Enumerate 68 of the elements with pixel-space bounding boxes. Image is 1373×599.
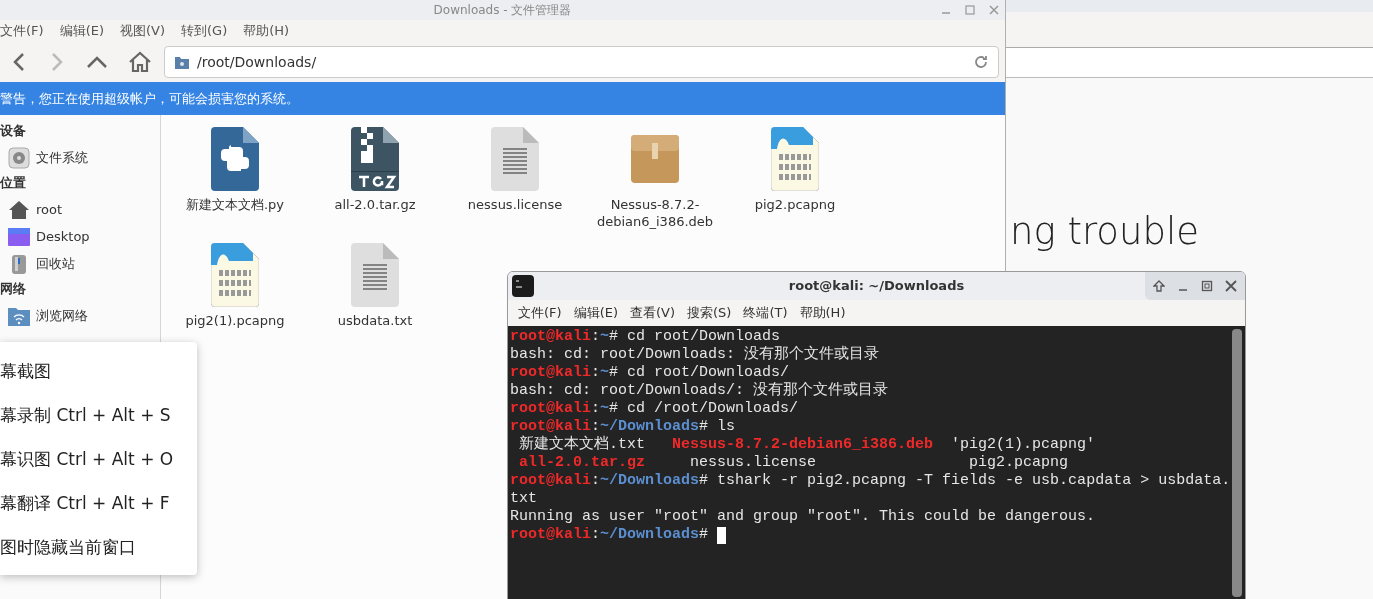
home-icon — [8, 198, 30, 221]
menu-item[interactable]: 图时隐藏当前窗口 — [0, 531, 197, 562]
scrollbar[interactable] — [1232, 329, 1242, 597]
drive-icon — [8, 146, 30, 169]
sidebar-item[interactable]: Desktop — [0, 223, 160, 250]
terminal-line: root@kali:~# cd root/Downloads/ — [510, 364, 790, 382]
file-name[interactable]: 新建文本文档.py — [167, 196, 303, 213]
text-document-icon[interactable] — [491, 127, 539, 191]
menu-item[interactable]: 编辑(E) — [59, 21, 104, 41]
desktop-folder-icon — [8, 225, 30, 248]
sidebar-heading: 设备 — [0, 123, 27, 140]
binary-document-icon[interactable] — [771, 127, 819, 191]
sidebar-item[interactable]: root — [0, 196, 160, 223]
file-name[interactable]: usbdata.txt — [307, 312, 443, 329]
file-name[interactable]: nessus.license — [447, 196, 583, 213]
terminal-line: bash: cd: root/Downloads: 没有那个文件或目录 — [510, 346, 880, 364]
code-document-icon[interactable] — [211, 127, 259, 191]
menu-item[interactable]: 搜索(S) — [687, 303, 732, 323]
terminal-line: 新建文本文档.txt Nessus-8.7.2-debian6_i386.deb 'pig2(1).pcapng' — [518, 436, 1096, 454]
terminal-line: root@kali:~/Downloads# ls — [510, 418, 736, 435]
menu-item[interactable]: 帮助(H) — [243, 21, 290, 41]
up-arrow-icon[interactable] — [1153, 280, 1165, 292]
maximize-icon[interactable] — [1201, 280, 1213, 292]
page-heading: ng trouble — [1010, 210, 1199, 253]
archive-icon[interactable] — [351, 127, 399, 191]
close-icon[interactable] — [989, 5, 999, 15]
terminal-line: root@kali:~/Downloads# tshark -r pig2.pcapng -T fields -e usb.capdata > usbdata. — [510, 472, 1231, 490]
menu-item[interactable]: 幕录制 Ctrl + Alt + S — [0, 399, 197, 430]
menu-item[interactable]: 幕翻译 Ctrl + Alt + F — [0, 487, 197, 518]
menu-item[interactable]: 文件(F) — [0, 21, 44, 41]
terminal-line: root@kali:~# cd root/Downloads — [510, 328, 781, 346]
menu-item[interactable]: 编辑(E) — [573, 303, 618, 323]
sidebar-item[interactable]: 回收站 — [0, 250, 160, 277]
text-document-icon[interactable] — [351, 243, 399, 307]
menu-item[interactable]: 文件(F) — [518, 303, 562, 323]
terminal-line: root@kali:~/Downloads# — [510, 526, 710, 544]
file-name[interactable]: Nessus-8.7.2-debian6_i386.deb — [587, 196, 723, 230]
terminal-line: bash: cd: root/Downloads/: 没有那个文件或目录 — [510, 382, 889, 400]
menu-item[interactable]: 视图(V) — [120, 21, 166, 41]
terminal-line: txt — [510, 490, 537, 508]
menu-item[interactable]: 查看(V) — [630, 303, 676, 323]
menu-item[interactable]: 转到(G) — [181, 21, 228, 41]
file-name[interactable]: all-2.0.tar.gz — [307, 196, 443, 213]
reload-icon[interactable] — [974, 55, 988, 69]
sidebar-heading: 网络 — [0, 281, 27, 298]
warning-text: 警告，您正在使用超级帐户，可能会损害您的系统。 — [0, 89, 299, 108]
folder-icon — [175, 55, 189, 69]
menu-item[interactable]: 幕识图 Ctrl + Alt + O — [0, 443, 197, 474]
terminal-line: all-2.0.tar.gz nessus.license pig2.pcapng — [518, 454, 1069, 472]
close-icon[interactable] — [1225, 280, 1237, 292]
terminal-icon — [512, 275, 534, 297]
sidebar-item[interactable]: 文件系统 — [0, 144, 160, 171]
menu-item[interactable]: 终端(T) — [743, 303, 788, 323]
up-icon[interactable] — [86, 55, 108, 69]
file-name[interactable]: pig2.pcapng — [727, 196, 863, 213]
menu-item[interactable]: 幕截图 — [0, 355, 197, 386]
file-name[interactable]: pig2(1).pcapng — [167, 312, 303, 329]
sidebar-item[interactable]: 浏览网络 — [0, 302, 160, 329]
binary-document-icon[interactable] — [211, 243, 259, 307]
window-title: Downloads - 文件管理器 — [433, 2, 572, 19]
address-field[interactable]: /root/Downloads/ — [164, 46, 999, 78]
home-icon[interactable] — [128, 51, 152, 73]
window-title: root@kali: ~/Downloads — [788, 277, 965, 296]
url-field[interactable] — [1006, 48, 1373, 78]
terminal-line: root@kali:~# cd /root/Downloads/ — [510, 400, 799, 418]
sidebar-heading: 位置 — [0, 175, 27, 192]
terminal-line: Running as user "root" and group "root". This could be dangerous. — [510, 508, 1096, 526]
menu-item[interactable]: 帮助(H) — [799, 303, 846, 323]
